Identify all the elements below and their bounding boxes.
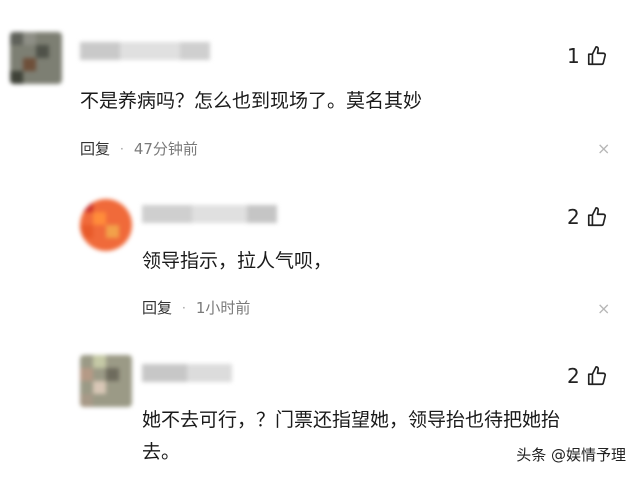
- comment-text-line1: 她不去可行，？门票还指望她，领导抬也待把她抬: [142, 409, 561, 431]
- thumbs-up-icon: [587, 366, 606, 386]
- separator-dot: ·: [120, 141, 124, 156]
- like-count: 2: [567, 205, 580, 229]
- avatar[interactable]: [10, 32, 62, 84]
- close-icon[interactable]: ×: [597, 299, 610, 318]
- avatar[interactable]: [80, 355, 132, 407]
- thumbs-up-icon: [587, 207, 606, 227]
- comment-text-line2: 去。: [142, 441, 181, 463]
- like-count: 2: [567, 364, 580, 388]
- separator-dot: ·: [182, 300, 186, 315]
- username-blurred[interactable]: [142, 205, 277, 223]
- username-blurred[interactable]: [142, 364, 232, 382]
- username-blurred[interactable]: [80, 42, 210, 60]
- reply-button[interactable]: 回复: [80, 138, 110, 159]
- timestamp: 1小时前: [195, 299, 251, 317]
- comment-meta: 回复 · 47分钟前: [80, 138, 198, 159]
- comment-text: 领导指示，拉人气呗，: [142, 250, 333, 272]
- thumbs-up-icon: [587, 46, 606, 66]
- watermark: 头条 @娱情予理: [516, 446, 626, 464]
- like-button[interactable]: 2: [567, 364, 608, 388]
- avatar[interactable]: [80, 199, 132, 251]
- like-count: 1: [567, 44, 580, 68]
- timestamp: 47分钟前: [133, 140, 198, 158]
- comment-text: 不是养病吗？怎么也到现场了。莫名其妙: [80, 90, 423, 112]
- close-icon[interactable]: ×: [597, 139, 610, 158]
- like-button[interactable]: 2: [567, 205, 608, 229]
- comment-meta: 回复 · 1小时前: [142, 297, 250, 318]
- like-button[interactable]: 1: [567, 44, 608, 68]
- reply-button[interactable]: 回复: [142, 297, 172, 318]
